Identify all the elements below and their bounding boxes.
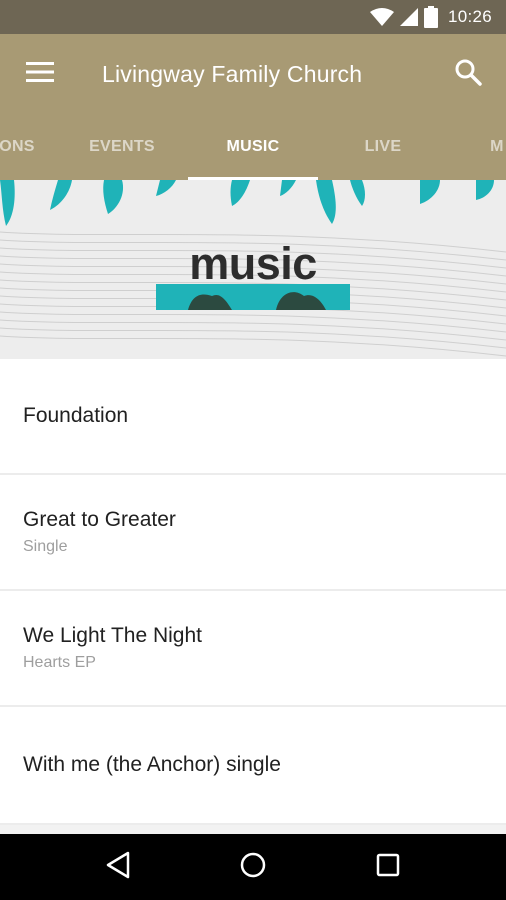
search-icon (454, 58, 482, 91)
recents-square-icon (375, 852, 401, 883)
cell-signal-icon (399, 7, 418, 27)
music-banner: music (0, 180, 506, 359)
tab-more[interactable]: M (432, 114, 506, 180)
battery-icon (423, 6, 438, 28)
item-title: We Light The Night (23, 624, 202, 647)
back-button[interactable] (88, 837, 148, 897)
item-subtitle: Hearts EP (23, 654, 96, 671)
status-time: 10:26 (447, 7, 492, 26)
item-title: Foundation (23, 404, 129, 427)
list-item[interactable]: We Light The Night Hearts EP (0, 591, 506, 707)
item-title: With me (the Anchor) single (23, 753, 281, 776)
system-nav-bar (0, 834, 506, 900)
home-button[interactable] (223, 837, 283, 897)
app-bar: Livingway Family Church (0, 34, 506, 114)
list-item[interactable]: Great to Greater Single (0, 475, 506, 591)
home-circle-icon (239, 851, 267, 884)
item-subtitle: Single (23, 538, 68, 555)
tab-events[interactable]: EVENTS (57, 114, 187, 180)
back-triangle-icon (105, 851, 131, 884)
menu-button[interactable] (0, 34, 80, 114)
tab-bar: ONS EVENTS MUSIC LIVE M (0, 114, 506, 180)
banner-text: music (189, 238, 317, 289)
item-title: Great to Greater (23, 508, 176, 531)
list-item[interactable]: With me (the Anchor) single (0, 707, 506, 825)
tab-music[interactable]: MUSIC (188, 114, 318, 180)
tab-live[interactable]: LIVE (318, 114, 448, 180)
hamburger-menu-icon (26, 61, 54, 88)
music-list: Foundation Great to Greater Single We Li… (0, 359, 506, 825)
wifi-icon (369, 7, 394, 27)
list-item[interactable]: Foundation (0, 359, 506, 475)
recents-button[interactable] (358, 837, 418, 897)
status-bar: 10:26 (0, 0, 506, 34)
app-title: Livingway Family Church (102, 60, 363, 87)
search-button[interactable] (430, 34, 506, 114)
